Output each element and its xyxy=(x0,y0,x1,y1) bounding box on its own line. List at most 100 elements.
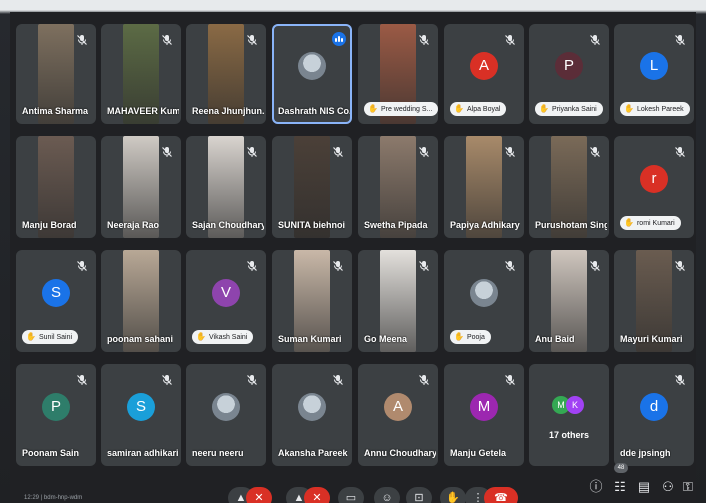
emoji-icon: ☺ xyxy=(381,492,393,503)
participant-tile[interactable]: ✋ Pooja xyxy=(444,250,524,352)
mic-off-icon xyxy=(418,34,430,46)
participant-name: Priyanka Saini xyxy=(551,106,597,113)
mic-off-icon xyxy=(418,260,430,272)
emoji-button[interactable]: ☺ xyxy=(374,487,400,503)
hand-icon: ✋ xyxy=(624,218,634,227)
participant-avatar: M xyxy=(470,392,498,421)
participant-tile[interactable]: P Poonam Sain xyxy=(16,364,96,466)
participant-tile[interactable]: Anu Baid xyxy=(529,250,609,352)
chat-icon[interactable]: ▤ xyxy=(636,479,652,495)
mic-off-icon xyxy=(76,34,88,46)
mic-off-icon xyxy=(332,146,344,158)
participant-tile[interactable]: Mayuri Kumari xyxy=(614,250,694,352)
participant-name-chip: ✋ Priyanka Saini xyxy=(535,102,603,116)
mic-off-icon xyxy=(589,34,601,46)
participant-name-chip: ✋ Lokesh Pareek xyxy=(620,102,690,116)
participant-tile[interactable]: Neeraja Rao xyxy=(101,136,181,238)
mic-off-icon xyxy=(674,146,686,158)
participant-tile[interactable]: Manju Borad xyxy=(16,136,96,238)
participant-name: Neeraja Rao xyxy=(107,220,160,230)
participant-name: Lokesh Pareek xyxy=(636,106,684,113)
info-icon[interactable]: ⓘ xyxy=(588,476,604,495)
participant-avatar: d xyxy=(640,392,668,421)
participant-tile[interactable]: M Manju Getela xyxy=(444,364,524,466)
participant-name: Poonam Sain xyxy=(22,448,80,458)
leave-call-icon: ☎ xyxy=(494,492,508,503)
hand-icon: ✋ xyxy=(539,104,549,113)
participant-name: Manju Borad xyxy=(22,220,77,230)
mic-off-icon xyxy=(504,34,516,46)
participant-tile[interactable]: MAHAVEER Kum... xyxy=(101,24,181,124)
people-icon[interactable]: ☷ xyxy=(612,479,628,495)
participant-tile[interactable]: P ✋ Priyanka Saini xyxy=(529,24,609,124)
participant-tile[interactable]: d dde jpsingh xyxy=(614,364,694,466)
participant-tile[interactable]: Go Meena xyxy=(358,250,438,352)
participant-tile[interactable]: S ✋ Sunil Saini xyxy=(16,250,96,352)
participant-name: Purushotam Singh xyxy=(535,220,607,230)
participant-name: Anu Baid xyxy=(535,334,575,344)
participant-tile[interactable]: r ✋ romi Kumari xyxy=(614,136,694,238)
participant-tile[interactable]: poonam sahani xyxy=(101,250,181,352)
participant-tile[interactable]: SUNITA biehnoi xyxy=(272,136,352,238)
mic-off-icon xyxy=(246,146,258,158)
participant-tile[interactable]: ✋ Pre wedding S... xyxy=(358,24,438,124)
present-button[interactable]: ⊡ xyxy=(406,487,432,503)
participant-name: Sunil Saini xyxy=(38,334,73,341)
activities-icon[interactable]: ⚇ xyxy=(660,479,676,495)
participant-tile[interactable]: A ✋ Alpa Boyal xyxy=(444,24,524,124)
leave-call-button[interactable]: ☎ xyxy=(484,487,518,503)
captions-button[interactable]: ▭ xyxy=(338,487,364,503)
participant-profile-photo xyxy=(298,52,326,80)
captions-icon: ▭ xyxy=(345,492,357,503)
host-controls-icon[interactable]: ⚿ xyxy=(680,479,696,495)
mic-off-icon xyxy=(674,260,686,272)
participant-name: Pooja xyxy=(466,334,485,341)
participant-name: Sajan Choudhary xyxy=(192,220,264,230)
participant-tile[interactable]: Ssamiran adhikari xyxy=(101,364,181,466)
screen-photo: Antima Sharma MAHAVEER Kum... Reena Jhunjh… xyxy=(0,0,706,503)
participant-tile[interactable]: V ✋ Vikash Saini xyxy=(186,250,266,352)
mic-off-icon xyxy=(332,374,344,386)
participant-tile[interactable]: Antima Sharma xyxy=(16,24,96,124)
participant-name-chip: ✋ Sunil Saini xyxy=(22,330,79,344)
mic-off-icon: ✕ xyxy=(254,492,264,503)
participant-count-badge: 48 xyxy=(614,463,628,473)
participant-tile[interactable]: L ✋ Lokesh Pareek xyxy=(614,24,694,124)
participant-tile[interactable]: Purushotam Singh xyxy=(529,136,609,238)
participant-tile[interactable]: Dashrath NIS Co... xyxy=(272,24,352,124)
participant-profile-photo xyxy=(298,392,326,421)
participant-name: Dashrath NIS Co... xyxy=(278,106,350,116)
participant-tile[interactable]: M K 17 others xyxy=(529,364,609,466)
participant-tile[interactable]: Papiya Adhikary xyxy=(444,136,524,238)
participant-tile[interactable]: A Annu Choudhary xyxy=(358,364,438,466)
mic-off-icon xyxy=(246,34,258,46)
participant-name-chip: ✋ romi Kumari xyxy=(620,216,681,230)
present-icon: ⊡ xyxy=(414,492,424,503)
mic-off-icon xyxy=(161,374,173,386)
speaking-indicator-icon xyxy=(332,32,346,46)
participant-tile[interactable]: Swetha Pipada xyxy=(358,136,438,238)
mic-off-button[interactable]: ✕ xyxy=(246,487,272,503)
participant-tile[interactable]: Suman Kumari xyxy=(272,250,352,352)
participant-tile[interactable]: Akansha Pareek xyxy=(272,364,352,466)
hand-icon: ✋ xyxy=(454,332,464,341)
participant-name: Suman Kumari xyxy=(278,334,342,344)
participant-name: Alpa Boyal xyxy=(466,106,501,113)
mic-off-icon xyxy=(246,260,258,272)
participant-avatar: P xyxy=(42,392,70,421)
participant-name-chip: ✋ Pre wedding S... xyxy=(364,102,438,116)
mic-off-icon xyxy=(76,374,88,386)
participant-avatar: L xyxy=(640,52,668,80)
participant-tile[interactable]: Reena Jhunjhun... xyxy=(186,24,266,124)
mic-off-icon xyxy=(589,146,601,158)
camera-off-button[interactable]: ✕ xyxy=(304,487,330,503)
participant-avatar: S xyxy=(127,392,155,421)
participant-name: SUNITA biehnoi xyxy=(278,220,345,230)
more-options-icon: ⋮ xyxy=(472,492,484,503)
participant-tile[interactable]: neeru neeru xyxy=(186,364,266,466)
participant-tile[interactable]: Sajan Choudhary xyxy=(186,136,266,238)
mic-off-icon xyxy=(589,260,601,272)
mic-toggle-icon: ▲ xyxy=(235,492,247,503)
participant-name: romi Kumari xyxy=(636,220,675,227)
raise-hand-button[interactable]: ✋ xyxy=(440,487,466,503)
